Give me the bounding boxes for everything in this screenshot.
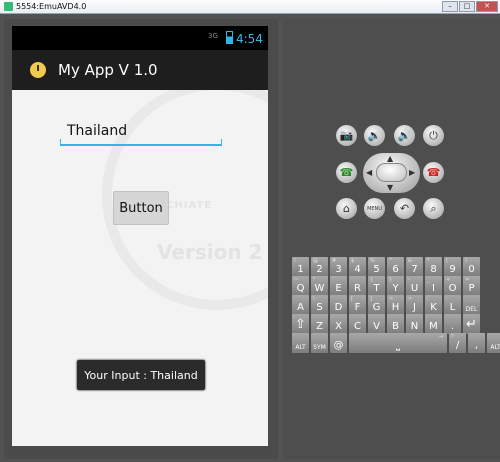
menu-button[interactable]: MENU (364, 198, 385, 219)
shift-icon[interactable]: ⇧ (292, 314, 309, 334)
key-7[interactable]: & 7 (406, 257, 423, 277)
search-icon[interactable]: ⌕ (423, 198, 444, 219)
dpad-down-icon[interactable]: ▼ (387, 183, 393, 192)
key-h[interactable]: < H (387, 295, 404, 315)
hardware-controls-panel (283, 19, 500, 459)
key-at[interactable]: @ (330, 333, 347, 353)
key-sym[interactable]: SYM (311, 333, 328, 353)
key-m[interactable]: M (425, 314, 442, 334)
key-f[interactable]: [F (349, 295, 366, 315)
dpad-left-icon[interactable]: ◀ (366, 168, 372, 177)
hardware-keyboard: ! 1 @2 #3 $4 % 5 ^ 6 & 7 * 8 (9 ) 0 ~ Q " W ´ E R… (292, 257, 500, 353)
key-5[interactable]: % 5 (368, 257, 385, 277)
key-x[interactable]: X (330, 314, 347, 334)
keyboard-row-asdf: A \ S D [F ] G < H > J ; K :L DEL (292, 295, 480, 315)
key-j[interactable]: > J (406, 295, 423, 315)
key-q[interactable]: ~ Q (292, 276, 309, 296)
key-alt-right[interactable]: ALT (487, 333, 500, 353)
key-e[interactable]: ´ E (330, 276, 347, 296)
key-b[interactable]: B (387, 314, 404, 334)
maximize-button[interactable]: □ (459, 1, 475, 12)
dpad-center-button[interactable] (376, 163, 407, 182)
key-n[interactable]: N (406, 314, 423, 334)
key-r[interactable]: R (349, 276, 366, 296)
watermark-version: Version 2 (157, 240, 263, 264)
dpad-right-icon[interactable]: ▶ (409, 168, 415, 177)
key-period[interactable]: . (444, 314, 461, 334)
action-bar: My App V 1.0 (12, 50, 268, 90)
keyboard-row-zxcv: ⇧ Z X C V B N M . ↵ (292, 314, 480, 334)
key-o[interactable]: + O (444, 276, 461, 296)
camera-icon[interactable]: 📷 (336, 125, 357, 146)
battery-icon (226, 31, 233, 44)
app-content: INCHIATE Version 2 Thailand Button Your … (12, 90, 268, 446)
key-0[interactable]: ) 0 (463, 257, 480, 277)
key-l[interactable]: :L (444, 295, 461, 315)
key-6[interactable]: ^ 6 (387, 257, 404, 277)
keyboard-row-bottom: ALT SYM @ ⇥ ⎵ ? / , ALT (292, 333, 500, 353)
key-delete[interactable]: DEL (463, 295, 480, 315)
toast-message: Your Input : Thailand (77, 360, 205, 390)
key-u[interactable]: -U (406, 276, 423, 296)
key-w[interactable]: " W (311, 276, 328, 296)
key-i[interactable]: _ I (425, 276, 442, 296)
key-comma[interactable]: , (468, 333, 485, 353)
app-clock-icon (30, 62, 46, 78)
key-z[interactable]: Z (311, 314, 328, 334)
app-title: My App V 1.0 (58, 61, 158, 79)
status-bar: 3G 4:54 (12, 26, 268, 50)
home-icon[interactable]: ⌂ (336, 198, 357, 219)
minimize-button[interactable]: – (442, 1, 458, 12)
back-icon[interactable]: ↶ (394, 198, 415, 219)
device-screen: 3G 4:54 My App V 1.0 INCHIATE Version 2 … (12, 26, 268, 446)
close-window-button[interactable]: ✕ (476, 1, 498, 12)
key-2[interactable]: @2 (311, 257, 328, 277)
key-1[interactable]: ! 1 (292, 257, 309, 277)
key-3[interactable]: #3 (330, 257, 347, 277)
text-input-field[interactable]: Thailand (60, 120, 222, 146)
key-9[interactable]: (9 (444, 257, 461, 277)
volume-down-icon[interactable]: 🔉 (364, 125, 385, 146)
key-8[interactable]: * 8 (425, 257, 442, 277)
keyboard-row-numbers: ! 1 @2 #3 $4 % 5 ^ 6 & 7 * 8 (9 ) 0 (292, 257, 480, 277)
key-a[interactable]: A (292, 295, 309, 315)
enter-icon[interactable]: ↵ (463, 314, 480, 334)
volume-up-icon[interactable]: 🔊 (394, 125, 415, 146)
key-slash[interactable]: ? / (449, 333, 466, 353)
key-d[interactable]: D (330, 295, 347, 315)
key-c[interactable]: C (349, 314, 366, 334)
space-bar[interactable]: ⇥ ⎵ (349, 333, 447, 353)
window-title: 5554:EmuAVD4.0 (16, 2, 87, 11)
call-icon[interactable]: ☎ (336, 162, 357, 183)
key-y[interactable]: } Y (387, 276, 404, 296)
key-s[interactable]: \ S (311, 295, 328, 315)
window-titlebar: 5554:EmuAVD4.0 – □ ✕ (0, 0, 500, 14)
key-alt-left[interactable]: ALT (292, 333, 309, 353)
key-g[interactable]: ] G (368, 295, 385, 315)
emulator-window-icon (4, 2, 13, 11)
end-call-icon[interactable]: ☎ (423, 162, 444, 183)
key-4[interactable]: $4 (349, 257, 366, 277)
submit-button[interactable]: Button (113, 191, 169, 225)
power-icon[interactable]: ⏻ (423, 125, 444, 146)
key-v[interactable]: V (368, 314, 385, 334)
key-p[interactable]: = P (463, 276, 480, 296)
dpad-up-icon[interactable]: ▲ (387, 154, 393, 163)
keyboard-row-qwerty: ~ Q " W ´ E R {T } Y -U _ I + O = P (292, 276, 480, 296)
status-time: 4:54 (236, 32, 263, 46)
key-t[interactable]: {T (368, 276, 385, 296)
signal-icon: 3G (208, 32, 218, 40)
key-k[interactable]: ; K (425, 295, 442, 315)
